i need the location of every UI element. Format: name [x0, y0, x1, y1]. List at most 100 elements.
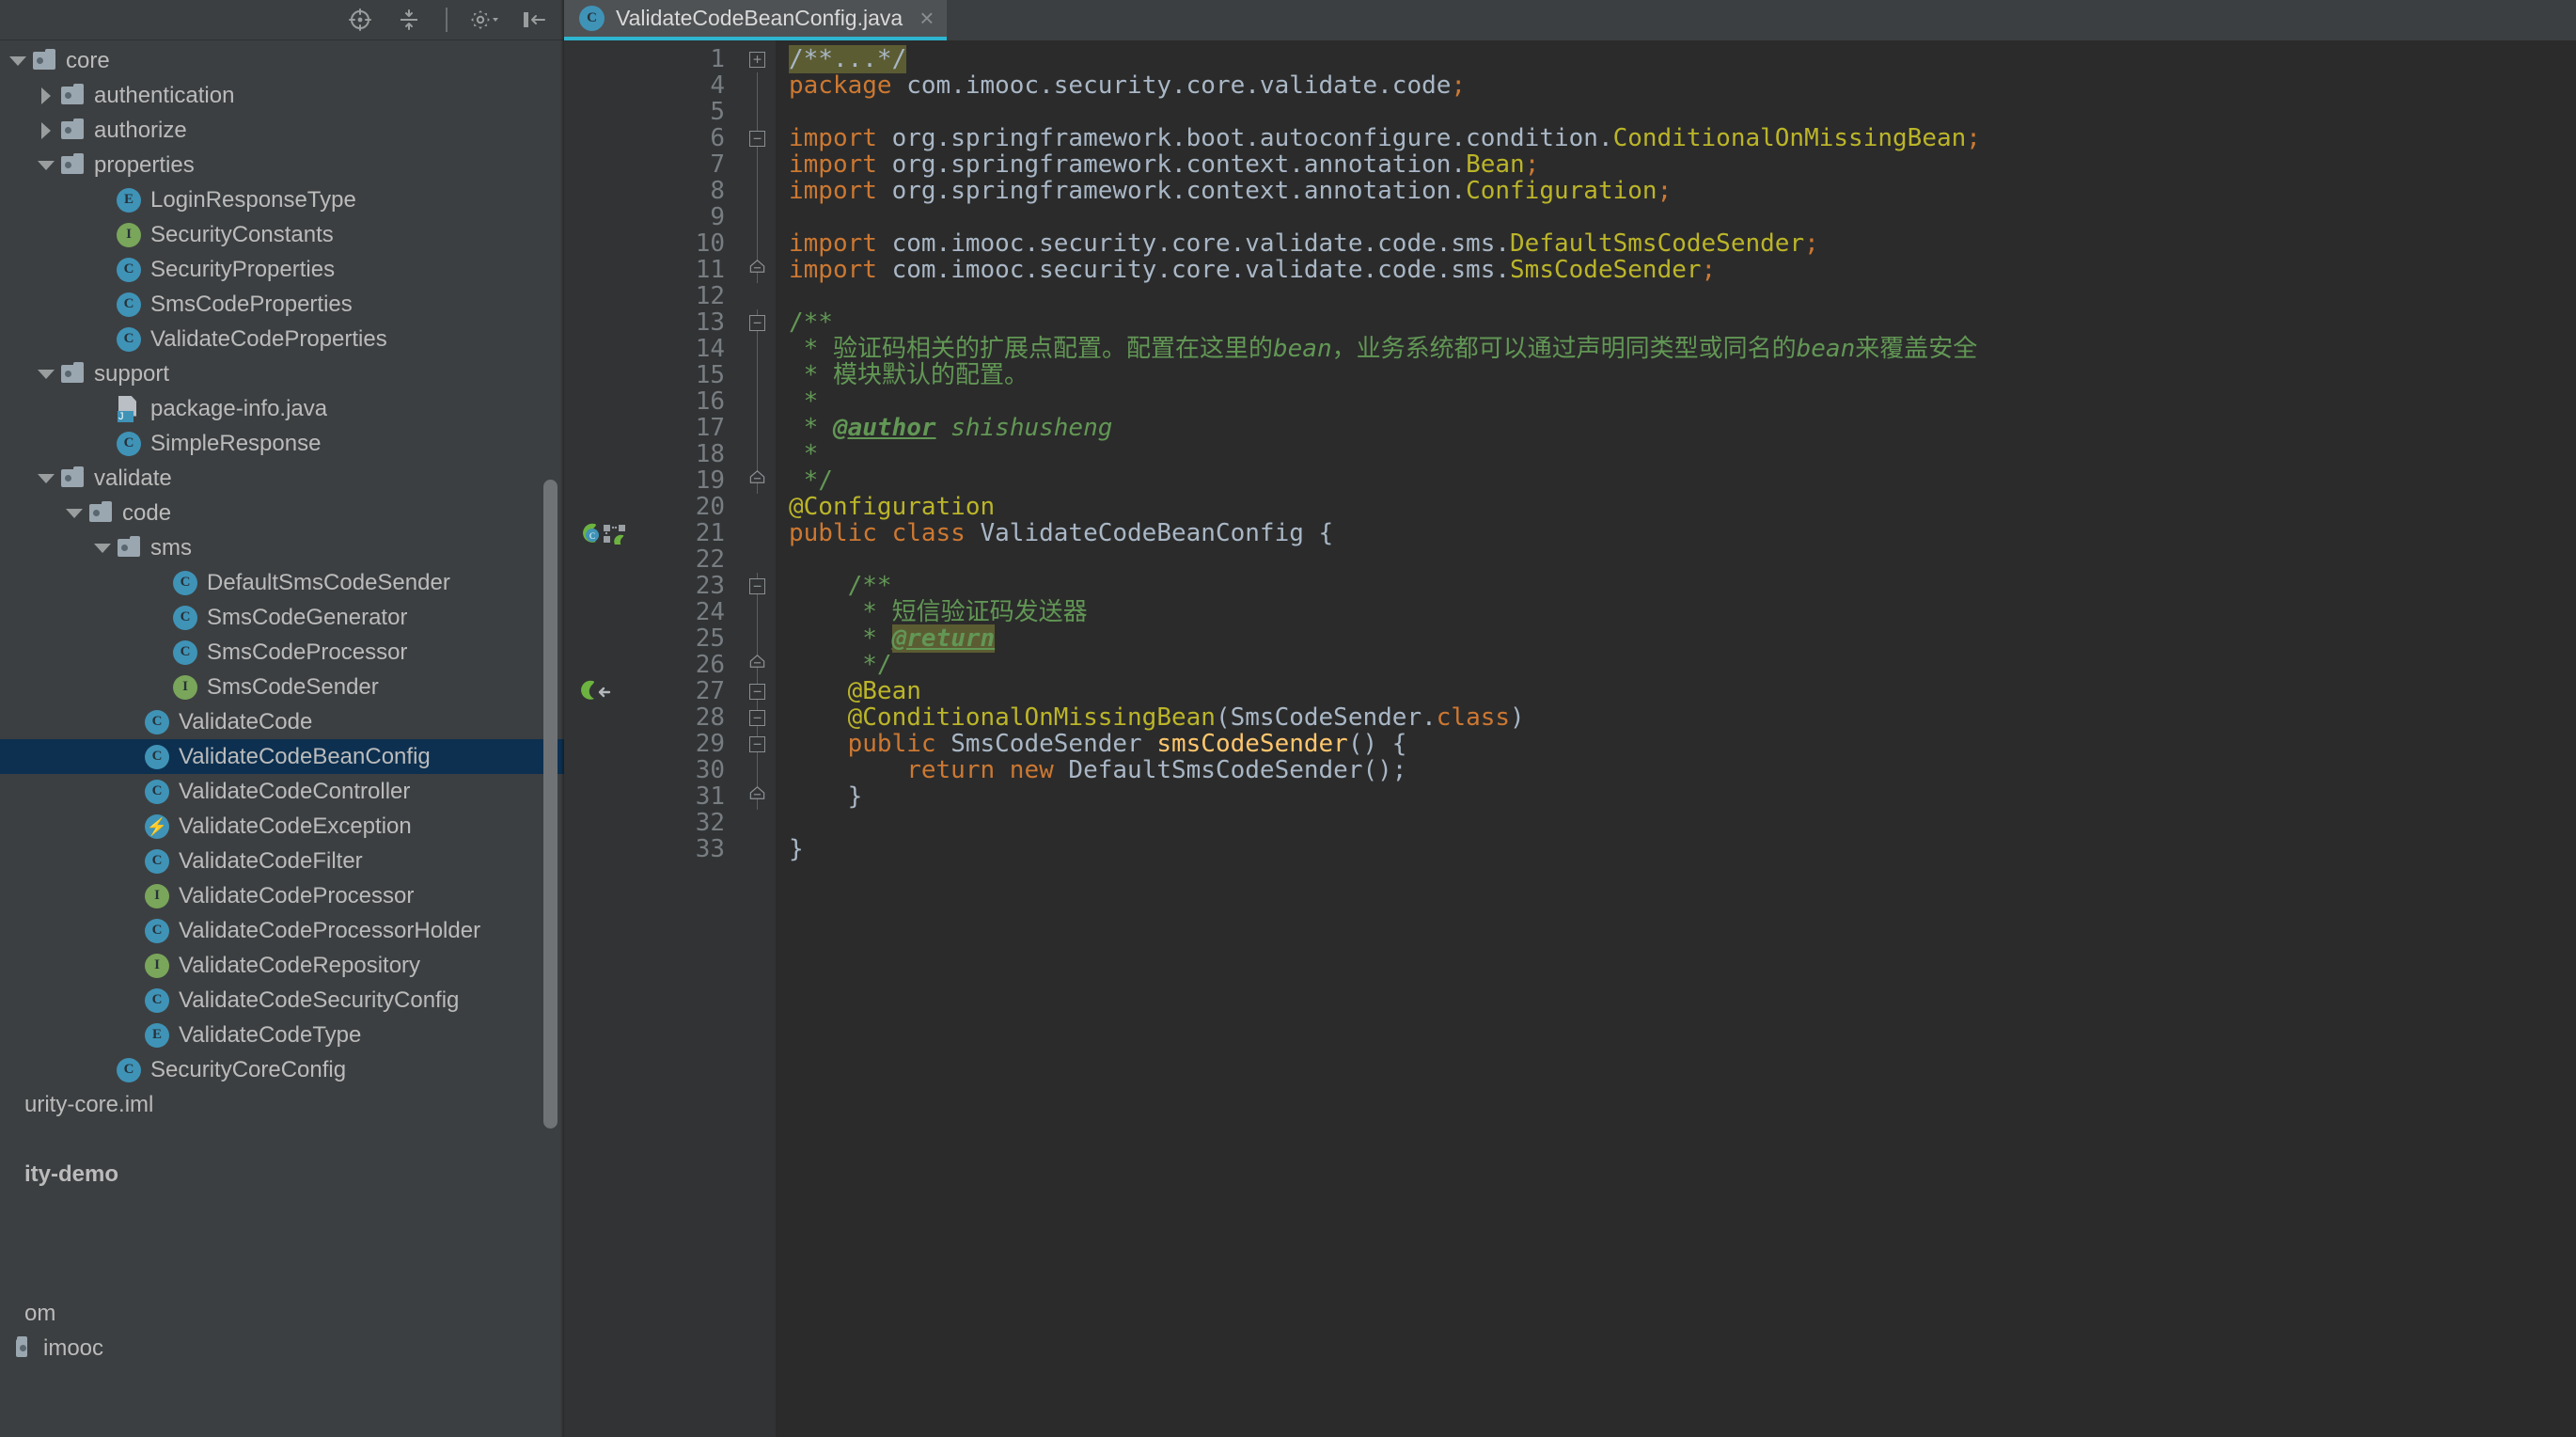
fold-collapse-icon[interactable]: −	[738, 678, 776, 704]
line-number[interactable]: 7	[564, 151, 738, 178]
fold-region-line[interactable]	[738, 415, 776, 441]
chevron-down-icon[interactable]	[34, 153, 58, 178]
code-line[interactable]: @Bean	[776, 678, 2576, 704]
fold-region-line[interactable]	[738, 72, 776, 99]
code-line[interactable]: */	[776, 467, 2576, 494]
settings-gear-icon[interactable]	[468, 4, 500, 36]
line-number[interactable]: 11	[564, 257, 738, 283]
line-number[interactable]: 30	[564, 757, 738, 783]
code-line[interactable]: * @return	[776, 624, 2576, 653]
tree-item-smscodeprocessor[interactable]: C SmsCodeProcessor	[0, 635, 564, 670]
locate-icon[interactable]	[344, 4, 376, 36]
code-line[interactable]	[776, 546, 2576, 573]
tree-item-urity-core-iml[interactable]: urity-core.iml	[0, 1087, 564, 1122]
tree-item-core[interactable]: core	[0, 43, 564, 78]
tree-item-authentication[interactable]: authentication	[0, 78, 564, 113]
close-icon[interactable]: ×	[919, 4, 934, 33]
project-tree[interactable]: core authentication authorize properties E Lo…	[0, 40, 564, 1366]
tree-item-validatecodecontroller[interactable]: C ValidateCodeController	[0, 774, 564, 809]
code-line[interactable]: import org.springframework.context.annot…	[776, 178, 2576, 204]
code-line[interactable]: package com.imooc.security.core.validate…	[776, 72, 2576, 99]
tree-item-validatecode[interactable]: C ValidateCode	[0, 704, 564, 739]
line-number-gutter[interactable]: 1 4 5 6 7 8 9 10 11 12 13 14 15 16 17 18 19 20 C 21 22 23 24 25…	[564, 40, 738, 1437]
fold-region-line[interactable]	[738, 99, 776, 125]
fold-region-end[interactable]	[738, 783, 776, 810]
tree-item-imooc[interactable]: imooc	[0, 1331, 564, 1366]
tree-item-securityproperties[interactable]: C SecurityProperties	[0, 252, 564, 287]
line-number[interactable]: 14	[564, 336, 738, 362]
tree-item-securitycoreconfig[interactable]: C SecurityCoreConfig	[0, 1052, 564, 1087]
code-line[interactable]: /**...*/	[776, 45, 2576, 73]
fold-region-line[interactable]	[738, 625, 776, 652]
fold-region-line[interactable]	[738, 388, 776, 415]
code-line[interactable]	[776, 99, 2576, 125]
code-line[interactable]	[776, 810, 2576, 836]
editor-tab-validatecodebeanconfig[interactable]: C ValidateCodeBeanConfig.java ×	[564, 0, 948, 40]
line-number[interactable]: 12	[564, 283, 738, 309]
code-line[interactable]: import org.springframework.context.annot…	[776, 151, 2576, 178]
fold-collapse-icon[interactable]: −	[738, 125, 776, 151]
fold-region-line[interactable]	[738, 336, 776, 362]
line-number[interactable]: 15	[564, 362, 738, 388]
tree-item-ity-demo[interactable]: ity-demo	[0, 1157, 564, 1192]
code-line[interactable]: }	[776, 783, 2576, 810]
line-number[interactable]: 1	[564, 46, 738, 72]
line-number[interactable]: 29	[564, 731, 738, 757]
chevron-down-icon[interactable]	[34, 466, 58, 491]
chevron-down-icon[interactable]	[34, 362, 58, 387]
line-number[interactable]: 20	[564, 494, 738, 520]
line-number[interactable]: 28	[564, 704, 738, 731]
line-number[interactable]: 8	[564, 178, 738, 204]
line-number[interactable]: 22	[564, 546, 738, 573]
code-lines[interactable]: /**...*/package com.imooc.security.core.…	[776, 40, 2576, 1437]
tree-item-properties[interactable]: properties	[0, 148, 564, 182]
code-line[interactable]: public class ValidateCodeBeanConfig {	[776, 520, 2576, 546]
code-viewport[interactable]: 1 4 5 6 7 8 9 10 11 12 13 14 15 16 17 18 19 20 C 21 22 23 24 25…	[564, 40, 2576, 1437]
tree-item-om[interactable]: om	[0, 1296, 564, 1331]
line-number[interactable]: 9	[564, 204, 738, 230]
tree-item-validatecodeprocessor[interactable]: I ValidateCodeProcessor	[0, 878, 564, 913]
fold-region-end[interactable]	[738, 467, 776, 494]
tree-item-validatecodesecurityconfig[interactable]: C ValidateCodeSecurityConfig	[0, 983, 564, 1018]
code-line[interactable]: return new DefaultSmsCodeSender();	[776, 757, 2576, 783]
fold-region-line[interactable]	[738, 178, 776, 204]
line-number[interactable]: 25	[564, 625, 738, 652]
tree-item-smscodeproperties[interactable]: C SmsCodeProperties	[0, 287, 564, 322]
fold-region-line[interactable]	[738, 204, 776, 230]
hide-panel-icon[interactable]	[517, 4, 549, 36]
fold-collapse-icon[interactable]: −	[738, 704, 776, 731]
line-number[interactable]: 26	[564, 652, 738, 678]
tree-item-support[interactable]: support	[0, 356, 564, 391]
tree-item-validatecodefilter[interactable]: C ValidateCodeFilter	[0, 844, 564, 878]
tree-item-authorize[interactable]: authorize	[0, 113, 564, 148]
code-line[interactable]: @ConditionalOnMissingBean(SmsCodeSender.…	[776, 704, 2576, 731]
line-number[interactable]: 4	[564, 72, 738, 99]
line-number[interactable]: 17	[564, 415, 738, 441]
tree-item-sms[interactable]: sms	[0, 530, 564, 565]
line-number[interactable]: 33	[564, 836, 738, 862]
spring-bean-config-gutter-icon[interactable]: C	[581, 520, 630, 546]
tree-item-smscodegenerator[interactable]: C SmsCodeGenerator	[0, 600, 564, 635]
tree-item-validatecodebeanconfig[interactable]: C ValidateCodeBeanConfig	[0, 739, 564, 774]
line-number[interactable]: 6	[564, 125, 738, 151]
line-number[interactable]: 10	[564, 230, 738, 257]
sidebar-scrollbar[interactable]	[543, 480, 558, 1129]
tree-item-code[interactable]: code	[0, 496, 564, 530]
fold-region-line[interactable]	[738, 599, 776, 625]
tree-item-validatecodeproperties[interactable]: C ValidateCodeProperties	[0, 322, 564, 356]
code-line[interactable]: */	[776, 652, 2576, 678]
tree-item-validatecodetype[interactable]: E ValidateCodeType	[0, 1018, 564, 1052]
fold-collapse-icon[interactable]: −	[738, 731, 776, 757]
tree-item-simpleresponse[interactable]: C SimpleResponse	[0, 426, 564, 461]
tree-item-validatecodeprocessorholder[interactable]: C ValidateCodeProcessorHolder	[0, 913, 564, 948]
code-line[interactable]: *	[776, 441, 2576, 467]
code-line[interactable]: /**	[776, 573, 2576, 599]
tree-item-validatecoderepository[interactable]: I ValidateCodeRepository	[0, 948, 564, 983]
fold-marker-column[interactable]: + − − − − − −	[738, 40, 776, 1437]
line-number[interactable]: 32	[564, 810, 738, 836]
code-line[interactable]: /**	[776, 309, 2576, 336]
line-number[interactable]: 19	[564, 467, 738, 494]
code-line[interactable]: * 模块默认的配置。	[776, 362, 2576, 388]
fold-expand-icon[interactable]: +	[738, 46, 776, 72]
code-line[interactable]: }	[776, 836, 2576, 862]
